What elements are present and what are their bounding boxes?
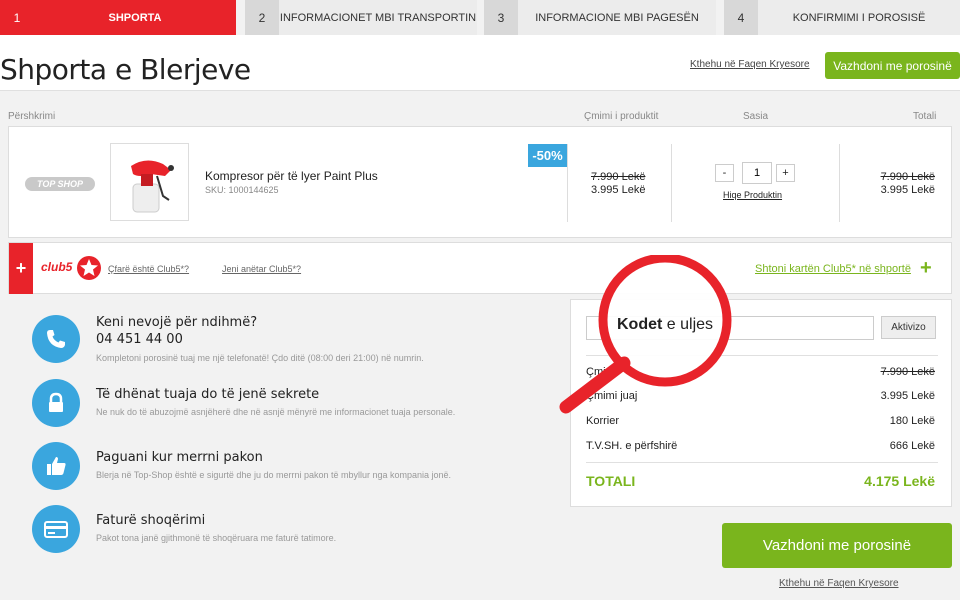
- step-label: KONFIRMIMI I POROSISË: [758, 0, 960, 35]
- summary-total-label: TOTALI: [586, 473, 636, 489]
- summary-value-vat: 666 Lekë: [889, 440, 935, 452]
- divider: [586, 462, 938, 463]
- back-home-link[interactable]: Kthehu në Faqen Kryesore: [690, 59, 810, 70]
- step-shipping[interactable]: 2 INFORMACIONET MBI TRANSPORTIN: [245, 0, 477, 35]
- club5-plus-icon: +: [9, 243, 33, 294]
- continue-order-bottom-button[interactable]: Vazhdoni me porosinë: [722, 523, 952, 568]
- club5-members-link[interactable]: Jeni anëtar Club5*?: [222, 264, 301, 274]
- summary-label-courier: Korrier: [586, 415, 620, 427]
- column-price: Çmimi i produktit: [584, 111, 659, 122]
- coupon-code-label-bold: Kodet: [617, 316, 663, 333]
- column-qty: Sasia: [743, 111, 769, 122]
- back-home-bottom-link[interactable]: Kthehu në Faqen Kryesore: [779, 578, 899, 589]
- step-number: 3: [484, 0, 518, 35]
- info-help: Keni nevojë për ndihmë? 04 451 44 00 Kom…: [32, 315, 552, 365]
- summary-label-price: Çmimi: [586, 366, 618, 378]
- step-confirmation[interactable]: 4 KONFIRMIMI I POROSISË: [724, 0, 960, 35]
- thumbs-up-icon: [32, 442, 80, 490]
- qty-decrease-button[interactable]: -: [715, 164, 734, 182]
- step-label: SHPORTA: [108, 11, 162, 24]
- column-description: Përshkrimi: [8, 111, 56, 122]
- page-title: Shporta e Blerjeve: [0, 53, 251, 86]
- page-header: Shporta e Blerjeve Kthehu në Faqen Kryes…: [0, 35, 960, 91]
- summary-label-vat: T.V.SH. e përfshirë: [586, 440, 678, 452]
- credit-card-icon: [32, 505, 80, 553]
- product-name[interactable]: Kompresor për të lyer Paint Plus: [205, 169, 378, 183]
- coupon-code-label: Kodet e uljes: [617, 316, 713, 334]
- info-text: Blerja në Top-Shop është e sigurtë dhe j…: [96, 470, 452, 480]
- divider: [567, 144, 568, 222]
- info-pay-on-delivery: Paguani kur merrni pakon Blerja në Top-S…: [32, 442, 552, 492]
- old-price: 7.990 Lekë: [591, 171, 646, 183]
- step-payment[interactable]: 3 INFORMACIONE MBI PAGESËN: [484, 0, 716, 35]
- club5-logo: club5: [41, 255, 102, 281]
- info-text: Kompletoni porosinë tuaj me një telefona…: [96, 353, 424, 363]
- divider: [839, 144, 840, 222]
- step-number: 2: [245, 0, 279, 35]
- spray-gun-icon: [131, 160, 174, 213]
- continue-order-button[interactable]: Vazhdoni me porosinë: [825, 52, 960, 79]
- brand-logo: TOP SHOP: [25, 177, 95, 191]
- step-label: INFORMACIONET MBI TRANSPORTIN: [279, 0, 477, 35]
- info-title: Paguani kur merrni pakon: [96, 450, 263, 465]
- summary-value-your-price: 3.995 Lekë: [880, 390, 935, 402]
- coupon-code-label-rest: e uljes: [666, 316, 714, 333]
- total-new-price: 3.995 Lekë: [880, 184, 935, 196]
- club5-add-card-link[interactable]: Shtoni kartën Club5* në shportë: [755, 263, 911, 275]
- star-icon: [76, 256, 101, 280]
- info-privacy: Të dhënat tuaja do të jenë sekrete Ne nu…: [32, 379, 552, 429]
- summary-value-courier: 180 Lekë: [889, 415, 935, 427]
- quantity-input[interactable]: [742, 162, 772, 184]
- club5-row: + club5 Çfarë është Club5*? Jeni anëtar …: [8, 242, 952, 294]
- club5-what-link[interactable]: Çfarë është Club5*?: [108, 264, 189, 274]
- discount-badge: -50%: [528, 144, 567, 167]
- lock-icon: [32, 379, 80, 427]
- divider: [671, 144, 672, 222]
- club5-logo-text: club5: [41, 260, 73, 275]
- phone-icon: [32, 315, 80, 363]
- summary-label-your-price: Çmimi juaj: [586, 390, 638, 402]
- step-number: 4: [724, 0, 758, 35]
- product-image[interactable]: [110, 143, 189, 221]
- summary-total-value: 4.175 Lekë: [864, 473, 935, 489]
- new-price: 3.995 Lekë: [591, 184, 646, 196]
- summary-value-price: 7.990 Lekë: [880, 366, 935, 378]
- info-text: Pakot tona janë gjithmonë të shoqëruara …: [96, 533, 337, 543]
- qty-increase-button[interactable]: +: [776, 164, 795, 182]
- step-number: 1: [0, 0, 34, 35]
- step-label: INFORMACIONE MBI PAGESËN: [518, 0, 716, 35]
- remove-product-link[interactable]: Hiqe Produktin: [723, 190, 782, 200]
- info-invoice: Faturë shoqërimi Pakot tona janë gjithmo…: [32, 505, 552, 555]
- column-total: Totali: [913, 111, 937, 122]
- info-text: Ne nuk do të abuzojmë asnjëherë dhe në a…: [96, 407, 456, 417]
- info-title: Të dhënat tuaja do të jenë sekrete: [96, 387, 320, 402]
- divider: [586, 355, 938, 356]
- cart-item-row: TOP SHOP Kompresor për të lyer Paint Plu…: [8, 126, 952, 238]
- info-title: Faturë shoqërimi: [96, 513, 206, 528]
- total-old-price: 7.990 Lekë: [880, 171, 935, 183]
- help-phone-number[interactable]: 04 451 44 00: [96, 332, 183, 347]
- club5-add-plus-icon[interactable]: +: [920, 257, 932, 280]
- activate-coupon-button[interactable]: Aktivizo: [881, 316, 936, 339]
- product-sku: SKU: 1000144625: [205, 185, 279, 195]
- info-title: Keni nevojë për ndihmë?: [96, 315, 258, 330]
- step-cart[interactable]: 1 SHPORTA: [0, 0, 236, 35]
